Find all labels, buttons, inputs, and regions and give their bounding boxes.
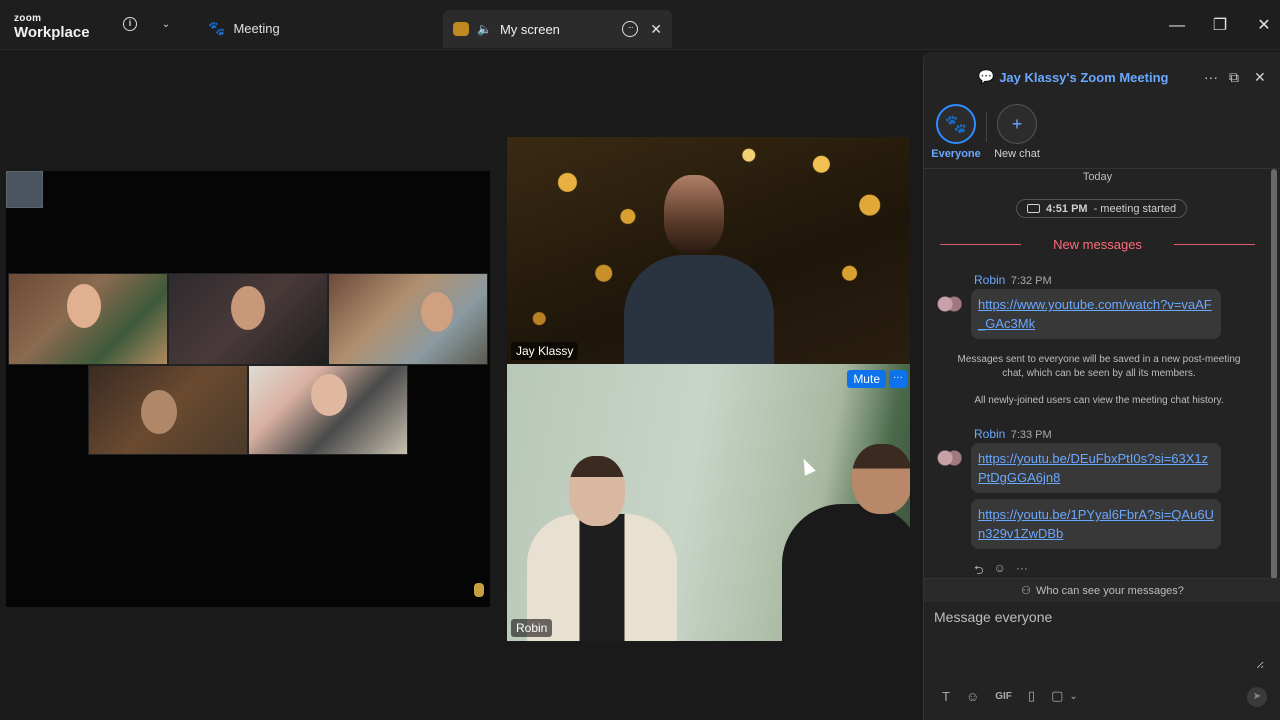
everyone-paw-icon: 🐾 — [936, 104, 976, 144]
message-composer: T ☺ GIF ▯ ▢ ⌄ ➤ — [924, 603, 1280, 720]
minimize-button[interactable]: — — [1165, 14, 1189, 38]
gallery-tile — [248, 365, 408, 455]
sender-name: Robin — [974, 427, 1006, 441]
video-tile-jay-klassy[interactable]: Jay Klassy — [507, 137, 910, 364]
tab-everyone-label: Everyone — [931, 148, 981, 160]
meeting-started-time: 4:51 PM — [1046, 202, 1088, 215]
tab-meeting-label: Meeting — [233, 20, 280, 36]
people-icon: ⚇ — [1021, 585, 1031, 597]
meeting-started-text: - meeting started — [1093, 202, 1177, 215]
chevron-down-icon[interactable]: ⌄ — [158, 17, 174, 33]
paw-icon: 🐾 — [208, 19, 226, 36]
gallery-tile — [328, 273, 488, 365]
send-button[interactable]: ➤ — [1247, 687, 1267, 707]
participant-name-tag: Jay Klassy — [511, 342, 579, 360]
emoji-icon[interactable]: ☺ — [966, 689, 979, 704]
mute-participant-button[interactable]: Mute — [847, 370, 886, 388]
camera-icon — [1027, 204, 1040, 213]
chevron-down-icon[interactable]: ⌄ — [1069, 691, 1077, 702]
avatar — [936, 447, 962, 469]
message-time: 7:32 PM — [1010, 275, 1052, 287]
popout-icon[interactable]: ⧉ — [1229, 69, 1239, 86]
tab-meeting[interactable]: 🐾 Meeting — [196, 10, 292, 46]
screen-share-icon — [453, 22, 469, 36]
gallery-tile — [88, 365, 248, 455]
chat-title-text: Jay Klassy's Zoom Meeting — [999, 69, 1169, 85]
screenshot-icon[interactable]: ▢ — [1051, 688, 1063, 704]
who-can-see-label: Who can see your messages? — [1035, 584, 1184, 597]
who-can-see-messages[interactable]: ⚇ Who can see your messages? — [924, 578, 1280, 602]
sender-name: Robin — [974, 273, 1006, 287]
meeting-started-pill: 4:51 PM - meeting started — [1016, 199, 1188, 218]
system-note: Messages sent to everyone will be saved … — [957, 354, 1241, 379]
new-messages-label: New messages — [1053, 237, 1142, 252]
shared-screen-thumbnail[interactable] — [6, 171, 43, 208]
speaker-icon[interactable]: 🔈 — [477, 22, 492, 36]
chat-more-icon[interactable]: ··· — [1204, 69, 1218, 85]
gif-icon[interactable]: GIF — [995, 691, 1012, 702]
message-link[interactable]: https://youtu.be/1PYyal6FbrA?si=QAu6Un32… — [978, 507, 1214, 541]
message-sender: Robin 7:32 PM — [974, 273, 1052, 287]
new-messages-divider: New messages — [940, 237, 1255, 252]
close-window-button[interactable]: ✕ — [1252, 14, 1276, 38]
message-link[interactable]: https://youtu.be/DEuFbxPtI0s?si=63X1zPtD… — [978, 451, 1208, 485]
message-time: 7:33 PM — [1010, 429, 1052, 441]
chat-message-list[interactable]: Today 4:51 PM - meeting started New mess… — [924, 168, 1280, 579]
tab-my-screen-label: My screen — [499, 21, 560, 37]
close-tab-icon[interactable]: ✕ — [650, 21, 662, 38]
message-bubble: https://youtu.be/1PYyal6FbrA?si=QAu6Un32… — [971, 499, 1221, 549]
chat-header: 💬 Jay Klassy's Zoom Meeting ··· ⧉ ✕ — [924, 52, 1280, 102]
tab-new-chat-label: New chat — [994, 148, 1040, 160]
tab-my-screen[interactable]: 🔈 My screen ··· ✕ — [443, 10, 672, 48]
participant-more-button[interactable]: ··· — [889, 370, 907, 388]
title-bar: zoom Workplace i ⌄ 🐾 Meeting 🔈 My screen… — [0, 0, 1280, 50]
tab-new-chat[interactable]: + New chat — [987, 104, 1047, 160]
day-divider: Today — [1082, 171, 1113, 183]
chat-bubble-icon: 💬 — [978, 69, 995, 84]
chat-title: 💬 Jay Klassy's Zoom Meeting — [978, 69, 1168, 85]
shared-gallery-grid — [8, 273, 488, 455]
close-chat-icon[interactable]: ✕ — [1254, 69, 1266, 86]
meeting-area: Jay Klassy Mute ··· Robin — [0, 50, 922, 720]
info-icon[interactable]: i — [123, 17, 137, 31]
file-icon[interactable]: ▯ — [1028, 688, 1035, 704]
chat-tabs: 🐾 Everyone + New chat — [924, 104, 1280, 166]
shared-screen-view[interactable] — [6, 171, 490, 607]
more-options-icon[interactable]: ··· — [622, 21, 639, 37]
avatar — [936, 293, 962, 315]
message-bubble: https://youtu.be/DEuFbxPtI0s?si=63X1zPtD… — [971, 443, 1221, 493]
logo-zoom-text: zoom — [14, 13, 42, 24]
tab-everyone[interactable]: 🐾 Everyone — [926, 104, 986, 160]
format-text-icon[interactable]: T — [942, 689, 950, 704]
message-bubble: https://www.youtube.com/watch?v=vaAF_GAc… — [971, 289, 1221, 339]
logo-workplace-text: Workplace — [14, 24, 90, 41]
message-link[interactable]: https://www.youtube.com/watch?v=vaAF_GAc… — [978, 297, 1212, 331]
video-tile-robin[interactable]: Mute ··· Robin — [507, 364, 910, 641]
zoom-workplace-logo: zoom Workplace — [14, 13, 90, 41]
composer-toolbar: T ☺ GIF ▯ ▢ ⌄ — [942, 688, 1078, 704]
message-sender: Robin 7:33 PM — [974, 427, 1052, 441]
message-input[interactable] — [934, 609, 1264, 669]
chat-panel: 💬 Jay Klassy's Zoom Meeting ··· ⧉ ✕ 🐾 Ev… — [923, 52, 1280, 720]
mic-icon — [474, 583, 484, 597]
restore-button[interactable]: ❐ — [1208, 14, 1232, 38]
participant-video — [624, 175, 774, 364]
system-note: All newly-joined users can view the meet… — [974, 395, 1224, 406]
gallery-tile — [168, 273, 328, 365]
chat-scrollbar[interactable] — [1271, 169, 1277, 579]
participant-name-tag: Robin — [511, 619, 553, 637]
gallery-tile — [8, 273, 168, 365]
plus-icon: + — [997, 104, 1037, 144]
